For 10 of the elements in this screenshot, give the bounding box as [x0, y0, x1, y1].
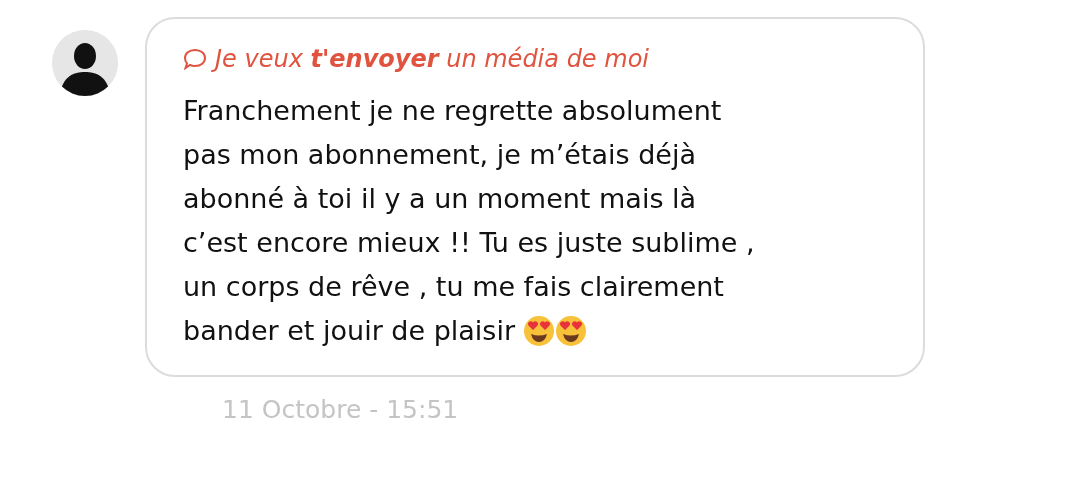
- message-line: Franchement je ne regrette absolument: [183, 94, 722, 128]
- message-line: c’est encore mieux !! Tu es juste sublime ,: [183, 226, 755, 260]
- timestamp: 11 Octobre - 15:51: [222, 394, 460, 426]
- message-line: pas mon abonnement, je m’étais déjà: [183, 138, 696, 172]
- message-line: bander et jouir de plaisir: [183, 314, 515, 348]
- heart-eyes-emoji-icon: [555, 315, 587, 347]
- heart-eyes-emoji-icon: [523, 315, 555, 347]
- message-line: abonné à toi il y a un moment mais là: [183, 182, 697, 216]
- comment-icon: [183, 48, 207, 70]
- message-line: un corps de rêve , tu me fais clairement: [183, 270, 724, 304]
